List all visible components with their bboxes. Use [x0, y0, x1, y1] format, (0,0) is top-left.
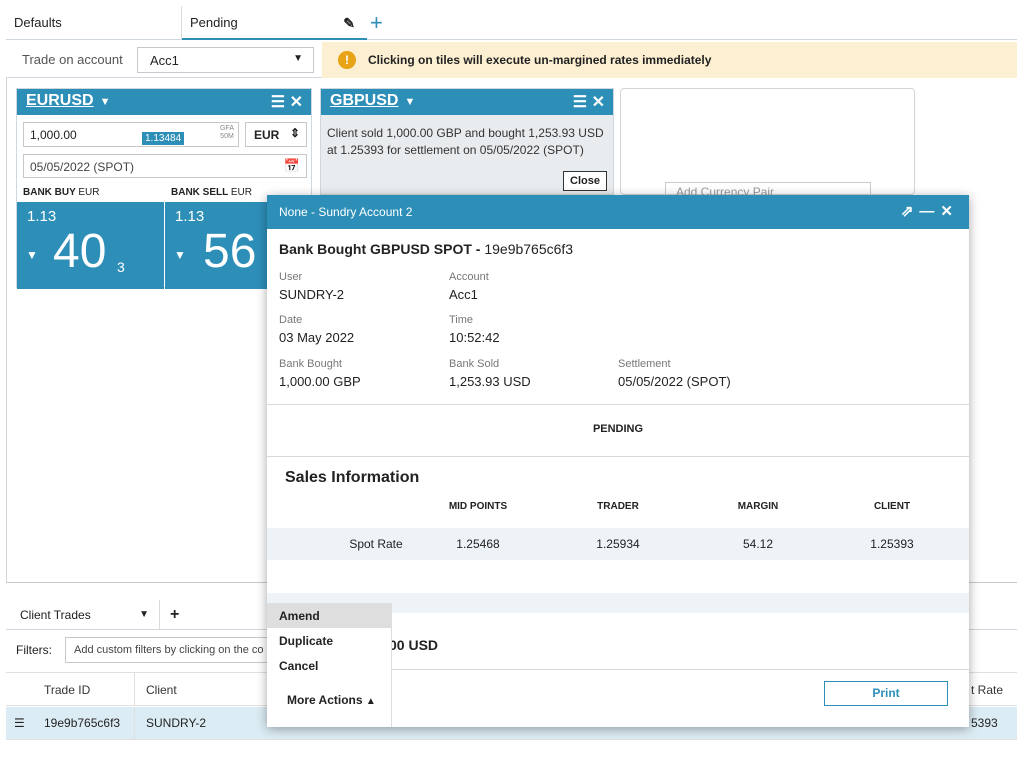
trade-heading: Bank Bought GBPUSD SPOT - 19e9b765c6f3 — [279, 241, 574, 257]
warning-banner: ! Clicking on tiles will execute un-marg… — [322, 42, 1017, 78]
currency-select[interactable]: EUR ⇕ — [245, 122, 307, 147]
pair-selector[interactable]: GBPUSD ▼ — [330, 92, 415, 110]
trade-on-account-label: Trade on account — [22, 52, 123, 67]
buy-price-button[interactable]: 1.13 ▼ 40 3 — [17, 202, 164, 289]
close-icon[interactable]: ✕ — [592, 94, 605, 111]
field-time: Time 10:52:42 — [449, 314, 500, 345]
account-bar: Trade on account Acc1 ▼ ! Clicking on ti… — [6, 42, 1017, 78]
gfa-badge: GFA 50M — [219, 125, 234, 140]
dialog-title: None - Sundry Account 2 — [279, 205, 413, 219]
cell-client: SUNDRY-2 — [146, 716, 207, 730]
field-date: Date 03 May 2022 — [279, 314, 355, 345]
actions-menu: Amend Duplicate Cancel More Actions ▲ — [267, 603, 392, 727]
print-button[interactable]: Print — [824, 681, 948, 706]
add-blotter-button[interactable]: + — [170, 600, 179, 630]
down-arrow-icon: ▼ — [174, 248, 186, 262]
add-tab-button[interactable]: + — [370, 6, 383, 40]
col-rate[interactable]: t Rate — [971, 683, 1003, 697]
sales-info-title: Sales Information — [285, 469, 420, 486]
dialog-header: None - Sundry Account 2 ⇗—✕ — [267, 195, 969, 229]
more-actions-button[interactable]: More Actions ▲ — [287, 693, 376, 707]
col-mid-points: MID POINTS — [448, 501, 508, 512]
menu-icon[interactable]: ☰ — [271, 94, 285, 111]
col-margin: MARGIN — [737, 501, 779, 512]
close-icon[interactable]: ✕ — [940, 203, 959, 220]
menu-icon[interactable]: ☰ — [573, 94, 587, 111]
col-client: CLIENT — [873, 501, 911, 512]
workspace-tabs: Defaults Pending ✎ + — [6, 6, 1017, 40]
gbpusd-tile: GBPUSD ▼ ☰ ✕ Client sold 1,000.00 GBP and… — [320, 88, 614, 195]
field-bank-sold: Bank Sold 1,253.93 USD — [449, 358, 531, 389]
status-badge: PENDING — [592, 423, 644, 435]
trade-confirmation-text: Client sold 1,000.00 GBP and bought 1,25… — [327, 126, 604, 157]
tile-header: GBPUSD ▼ ☰ ✕ — [321, 89, 613, 115]
date-input[interactable]: 05/05/2022 (SPOT) 📅 — [23, 154, 307, 178]
cell-rate: 5393 — [971, 716, 998, 730]
account-select[interactable]: Acc1 ▼ — [137, 47, 314, 73]
row-label: Spot Rate — [349, 537, 403, 551]
field-account: Account Acc1 — [449, 271, 489, 302]
caret-down-icon: ▼ — [99, 96, 111, 108]
tile-controls: ☰ ✕ — [573, 92, 605, 112]
row-menu-icon[interactable]: ☰ — [14, 716, 25, 730]
caret-down-icon: ▼ — [293, 53, 303, 64]
workspace-border — [6, 78, 7, 583]
spot-rate-row: Spot Rate 1.25468 1.25934 54.12 1.25393 — [267, 528, 969, 560]
tab-pending[interactable]: Pending ✎ — [182, 6, 367, 40]
up-down-arrows-icon: ⇕ — [289, 126, 300, 140]
pair-selector[interactable]: EURUSD ▼ — [26, 92, 110, 110]
field-user: User SUNDRY-2 — [279, 271, 345, 302]
mid-rate-badge: 1.13484 — [141, 131, 186, 146]
col-client[interactable]: Client — [146, 683, 177, 697]
warning-text: Clicking on tiles will execute un-margin… — [368, 53, 712, 67]
add-currency-pair-input[interactable]: Add Currency Pair — [665, 182, 871, 196]
warning-icon: ! — [338, 51, 356, 69]
dialog-controls: ⇗—✕ — [901, 202, 959, 220]
filters-label: Filters: — [16, 643, 52, 657]
caret-down-icon: ▼ — [139, 609, 149, 620]
amount-input[interactable]: 1,000.00 GFA 50M — [23, 122, 239, 147]
popout-icon[interactable]: ⇗ — [901, 203, 920, 220]
col-trade-id[interactable]: Trade ID — [44, 683, 90, 697]
empty-tile: Add Currency Pair — [620, 88, 915, 196]
tab-client-trades[interactable]: Client Trades ▼ — [6, 600, 160, 630]
cell-trade-id: 19e9b765c6f3 — [44, 716, 121, 730]
field-settlement: Settlement 05/05/2022 (SPOT) — [618, 358, 731, 389]
partial-total: 00 USD — [389, 637, 439, 653]
menu-item-cancel[interactable]: Cancel — [267, 653, 392, 678]
col-trader: TRADER — [597, 501, 639, 512]
minimize-icon[interactable]: — — [919, 203, 940, 220]
bank-sell-label: BANK SELL EUR — [171, 187, 252, 198]
tab-defaults[interactable]: Defaults — [6, 6, 182, 40]
field-bank-bought: Bank Bought 1,000.00 GBP — [279, 358, 361, 389]
caret-down-icon: ▼ — [404, 96, 416, 108]
close-icon[interactable]: ✕ — [290, 94, 303, 111]
down-arrow-icon: ▼ — [26, 248, 38, 262]
caret-up-icon: ▲ — [365, 696, 376, 707]
menu-item-amend[interactable]: Amend — [267, 603, 392, 628]
close-button[interactable]: Close — [563, 171, 607, 191]
tile-controls: ☰ ✕ — [271, 92, 303, 112]
menu-item-duplicate[interactable]: Duplicate — [267, 628, 392, 653]
bank-buy-label: BANK BUY EUR — [23, 187, 100, 198]
pencil-icon[interactable]: ✎ — [343, 6, 355, 40]
calendar-icon[interactable]: 📅 — [284, 158, 300, 174]
tile-header: EURUSD ▼ ☰ ✕ — [17, 89, 311, 115]
